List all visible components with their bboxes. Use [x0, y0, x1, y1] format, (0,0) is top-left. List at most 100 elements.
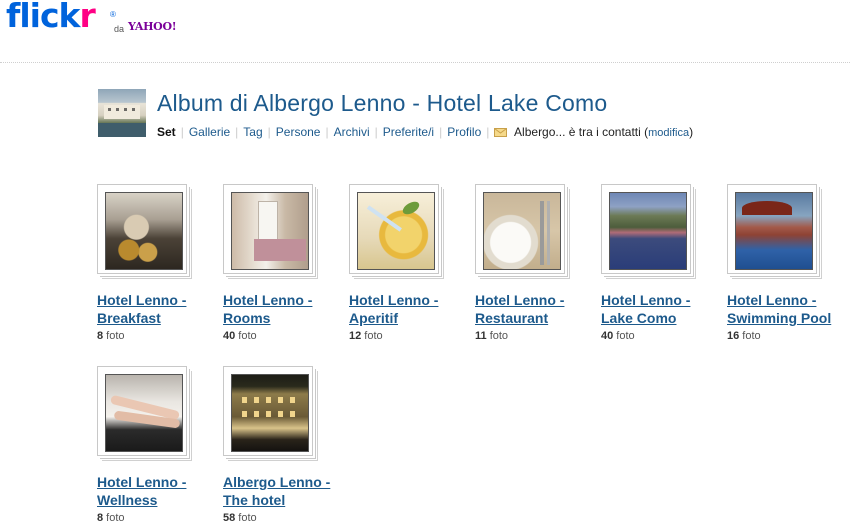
photoset-title[interactable]: Hotel Lenno - Lake Como: [601, 291, 721, 327]
photo-count-unit: foto: [103, 512, 125, 524]
photo-count-unit: foto: [235, 330, 257, 342]
hotel-window: [278, 397, 283, 403]
photo-count-unit: foto: [235, 512, 257, 524]
photoset-thumbnail[interactable]: [223, 366, 315, 458]
photoset-count: 16 foto: [727, 330, 761, 342]
photoset-stack: [475, 184, 565, 274]
edit-contact-link[interactable]: modifica: [648, 127, 689, 139]
photo-hotel-icon: [231, 374, 309, 452]
nav-item-gallerie[interactable]: Gallerie: [189, 125, 230, 139]
hotel-window: [254, 411, 259, 417]
photo-count-unit: foto: [103, 330, 125, 342]
hotel-window: [290, 411, 295, 417]
hotel-window: [242, 411, 247, 417]
photo-restaurant-icon: [483, 192, 561, 270]
photoset-title[interactable]: Hotel Lenno - Aperitif: [349, 291, 469, 327]
photoset-thumbnail[interactable]: [601, 184, 693, 276]
photo-pool-icon: [735, 192, 813, 270]
photoset-thumbnail[interactable]: [727, 184, 819, 276]
photoset-stack: [223, 184, 313, 274]
nav-separator: |: [267, 125, 271, 139]
nav-separator: |: [439, 125, 443, 139]
hotel-window: [266, 411, 271, 417]
rooms-door: [258, 201, 278, 243]
nav-separator: |: [374, 125, 378, 139]
avatar-window: [108, 108, 111, 111]
photoset-thumbnail[interactable]: [97, 366, 189, 458]
photo-wellness-icon: [105, 374, 183, 452]
registered-mark: ®: [110, 10, 116, 19]
restaurant-fork: [547, 201, 550, 265]
photoset-stack: [97, 184, 187, 274]
hotel-window: [254, 397, 259, 403]
photo-count-number: 16: [727, 330, 740, 342]
aperitif-straw: [366, 205, 402, 232]
photo-count-unit: foto: [613, 330, 635, 342]
photo-count-number: 12: [349, 330, 362, 342]
photoset-thumbnail[interactable]: [223, 184, 315, 276]
rooms-bed: [254, 239, 306, 261]
nav-separator: |: [325, 125, 329, 139]
pool-umbrella: [742, 201, 792, 215]
flickr-wordmark-blue: flick: [6, 0, 80, 35]
photoset-stack: [97, 366, 187, 456]
photoset-title[interactable]: Hotel Lenno - Breakfast: [97, 291, 217, 327]
restaurant-fork: [540, 201, 544, 265]
photo-count-number: 11: [475, 330, 487, 342]
photo-lake-icon: [609, 192, 687, 270]
page-title: Album di Albergo Lenno - Hotel Lake Como: [157, 90, 608, 116]
nav-item-preferite[interactable]: Preferite/i: [383, 125, 434, 139]
nav-item-tag[interactable]: Tag: [243, 125, 262, 139]
photoset-thumbnail[interactable]: [349, 184, 441, 276]
photoset-count: 40 foto: [223, 330, 257, 342]
photoset-stack: [349, 184, 439, 274]
photo-count-unit: foto: [486, 330, 509, 342]
photoset-thumbnail[interactable]: [97, 184, 189, 276]
nav-separator: |: [486, 125, 490, 139]
nav-item-archivi[interactable]: Archivi: [334, 125, 370, 139]
photo-count-number: 40: [601, 330, 614, 342]
hotel-window: [278, 411, 283, 417]
profile-nav: Set | Gallerie | Tag | Persone | Archivi | Preferi…: [157, 125, 693, 139]
yahoo-logo: YAHOO!: [128, 20, 177, 33]
photo-count-unit: foto: [361, 330, 383, 342]
photoset-count: 11 foto: [475, 330, 508, 342]
avatar-window: [124, 108, 127, 111]
aperitif-leaf: [400, 199, 422, 217]
avatar-window: [116, 108, 119, 111]
avatar-lake: [98, 123, 146, 137]
photoset-count: 8 foto: [97, 512, 125, 524]
hotel-window: [266, 397, 271, 403]
nav-item-set-current: Set: [157, 125, 176, 139]
hotel-window: [242, 397, 247, 403]
avatar-window: [132, 108, 135, 111]
flickr-wordmark-pink: r: [79, 0, 96, 35]
photo-breakfast-icon: [105, 192, 183, 270]
flickr-wordmark: flickr: [6, 0, 96, 35]
hotel-window: [290, 397, 295, 403]
photoset-title[interactable]: Hotel Lenno - Rooms: [223, 291, 343, 327]
photoset-thumbnail[interactable]: [475, 184, 567, 276]
photoset-title[interactable]: Hotel Lenno - Wellness: [97, 473, 217, 509]
photoset-title[interactable]: Hotel Lenno - Swimming Pool: [727, 291, 847, 327]
photoset-count: 58 foto: [223, 512, 257, 524]
photo-count-number: 58: [223, 512, 236, 524]
nav-separator: |: [235, 125, 239, 139]
buddy-icon-avatar[interactable]: [98, 89, 146, 137]
nav-item-persone[interactable]: Persone: [276, 125, 321, 139]
photoset-count: 40 foto: [601, 330, 635, 342]
nav-item-profilo[interactable]: Profilo: [447, 125, 481, 139]
mail-icon[interactable]: [494, 128, 508, 137]
photoset-count: 12 foto: [349, 330, 383, 342]
logo-da-label: da: [114, 24, 125, 34]
photoset-stack: [223, 366, 313, 456]
photo-count-number: 40: [223, 330, 236, 342]
photo-count-unit: foto: [739, 330, 761, 342]
contact-status: Albergo... è tra i contatti (: [514, 125, 649, 139]
photo-aperitif-icon: [357, 192, 435, 270]
photoset-title[interactable]: Albergo Lenno - The hotel: [223, 473, 343, 509]
photo-rooms-icon: [231, 192, 309, 270]
photoset-title[interactable]: Hotel Lenno - Restaurant: [475, 291, 595, 327]
nav-separator: |: [180, 125, 184, 139]
header-divider: [0, 62, 850, 63]
